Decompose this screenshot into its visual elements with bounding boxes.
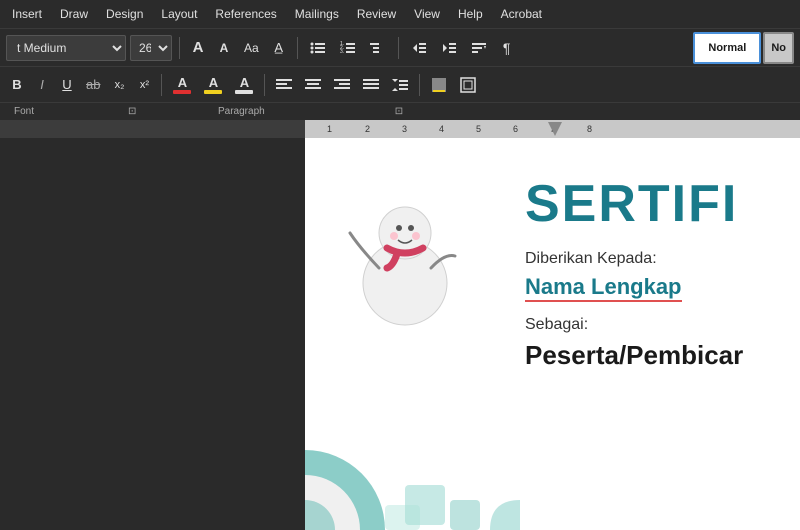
justify-btn[interactable] [358,72,384,98]
cert-name-container: Nama Lengkap [525,274,780,316]
ruler-mark-8: 8 [587,124,592,134]
menu-layout[interactable]: Layout [153,5,205,23]
separator3 [398,37,399,59]
no-spacing-style-btn[interactable]: No [763,32,794,64]
cert-nama: Nama Lengkap [525,274,682,302]
font-group-expand[interactable]: ⊡ [128,106,136,117]
line-spacing-btn[interactable] [387,72,413,98]
menu-help[interactable]: Help [450,5,491,23]
bold-btn[interactable]: B [6,72,28,98]
cert-header-area: SERTIFI Diberikan Kepada: Nama Lengkap S… [325,168,780,371]
font-color-btn[interactable]: A [168,72,196,98]
ruler-mark-5: 5 [476,124,481,134]
cert-sebagai-label: Sebagai: [525,316,780,334]
superscript-btn[interactable]: x² [133,72,155,98]
align-left-btn[interactable] [271,72,297,98]
sort-btn[interactable] [466,35,492,61]
menu-insert[interactable]: Insert [4,5,50,23]
separator2 [297,37,298,59]
cert-illustration [325,168,505,333]
menu-draw[interactable]: Draw [52,5,96,23]
menu-references[interactable]: References [207,5,284,23]
separator5 [264,74,265,96]
shrink-font-btn[interactable]: A [213,35,235,61]
separator6 [419,74,420,96]
menu-mailings[interactable]: Mailings [287,5,347,23]
subscript-btn[interactable]: x₂ [108,72,130,98]
cert-role: Peserta/Pembicar [525,340,780,371]
styles-area: Normal No [693,29,794,67]
menu-design[interactable]: Design [98,5,151,23]
font-color2-btn[interactable]: A [230,72,258,98]
numbered-list-btn[interactable]: 1.2.3. [335,35,361,61]
show-paragraph-btn[interactable]: ¶ [496,35,518,61]
ruler-mark-6: 6 [513,124,518,134]
menu-bar: Insert Draw Design Layout References Mai… [0,0,800,28]
paragraph-group-label: Paragraph [210,106,295,117]
font-select[interactable]: t Medium [6,35,126,61]
certificate-content: SERTIFI Diberikan Kepada: Nama Lengkap S… [305,138,800,530]
bullet-list-btn[interactable] [305,35,331,61]
font-size-select[interactable]: 26 [130,35,172,61]
menu-review[interactable]: Review [349,5,404,23]
ruler[interactable]: 1 2 3 4 5 6 7 8 [0,120,800,138]
svg-text:3.: 3. [340,49,344,55]
group-labels-row: Font ⊡ Paragraph ⊡ [0,102,800,120]
cert-diberikan-label: Diberikan Kepada: [525,250,780,268]
align-center-btn[interactable] [300,72,326,98]
toolbar-row2: B I U ab x₂ x² A A A [0,66,800,102]
strikethrough-btn[interactable]: ab [81,72,105,98]
normal-style-btn[interactable]: Normal [693,32,761,64]
paragraph-group-expand[interactable]: ⊡ [395,106,403,117]
toolbar-row1: t Medium 26 A A Aa A̲ 1.2.3. ¶ Normal No [0,28,800,66]
document-page[interactable]: SERTIFI Diberikan Kepada: Nama Lengkap S… [305,138,800,530]
ruler-mark-4: 4 [439,124,444,134]
shading-btn[interactable] [426,72,452,98]
border-btn[interactable] [455,72,481,98]
italic-btn[interactable]: I [31,72,53,98]
cert-text-area: SERTIFI Diberikan Kepada: Nama Lengkap S… [525,168,780,371]
change-case-btn[interactable]: Aa [239,35,264,61]
multilevel-list-btn[interactable] [365,35,391,61]
menu-acrobat[interactable]: Acrobat [493,5,550,23]
separator4 [161,74,162,96]
ruler-mark-1: 1 [327,124,332,134]
underline-btn[interactable]: U [56,72,78,98]
separator1 [179,37,180,59]
increase-indent-btn[interactable] [436,35,462,61]
grow-font-btn[interactable]: A [187,35,209,61]
cert-bottom-decoration [305,445,520,530]
ruler-mark-3: 3 [402,124,407,134]
left-margin [0,138,305,530]
decrease-indent-btn[interactable] [406,35,432,61]
ruler-mark-2: 2 [365,124,370,134]
doc-area: SERTIFI Diberikan Kepada: Nama Lengkap S… [0,138,800,530]
align-right-btn[interactable] [329,72,355,98]
menu-view[interactable]: View [406,5,448,23]
clear-format-btn[interactable]: A̲ [268,35,290,61]
cert-title: SERTIFI [525,178,780,230]
highlight-color-btn[interactable]: A [199,72,227,98]
font-group-label: Font [6,106,64,117]
